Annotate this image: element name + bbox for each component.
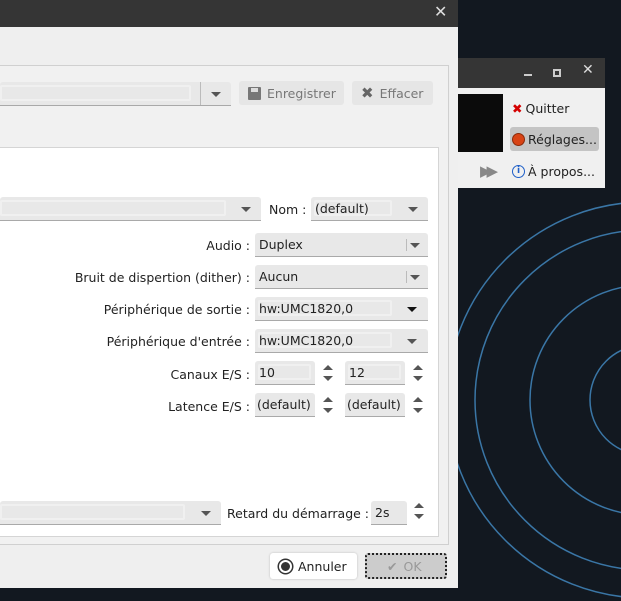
clear-icon: ✖ (361, 84, 374, 102)
input-device-label: Périphérique d'entrée : (106, 334, 250, 349)
channels-label: Canaux E/S : (170, 367, 251, 382)
background-ring (474, 230, 621, 570)
cancel-icon (279, 559, 292, 573)
close-icon[interactable]: ✕ (582, 62, 594, 78)
latency-out-stepper[interactable] (408, 393, 428, 417)
arrow-up-icon[interactable] (323, 397, 333, 402)
about-button[interactable]: iÀ propos... (510, 159, 599, 183)
level-meter-preview (458, 94, 503, 152)
audio-label: Audio : (206, 238, 250, 253)
preset-combo[interactable] (0, 82, 231, 106)
output-device-label: Périphérique de sortie : (103, 302, 250, 317)
input-device-combo[interactable]: hw:UMC1820,0 (255, 329, 428, 353)
save-button[interactable]: Enregistrer (239, 81, 344, 105)
info-icon: i (512, 164, 525, 178)
chevron-down-icon (211, 92, 221, 97)
dither-label: Bruit de dispertion (dither) : (74, 270, 250, 285)
latency-in-spinbox[interactable]: (default) (255, 393, 315, 417)
latency-label: Latence E/S : (168, 399, 250, 414)
chevron-down-icon (408, 207, 418, 212)
startup-combo[interactable] (0, 501, 221, 525)
arrow-up-icon[interactable] (414, 503, 424, 508)
arrow-down-icon[interactable] (413, 408, 423, 413)
checkmark-icon: ✔ (387, 558, 398, 574)
close-icon[interactable]: ✕ (434, 2, 447, 21)
channels-in-spinbox[interactable]: 10 (255, 361, 315, 385)
channels-out-stepper[interactable] (408, 361, 428, 385)
arrow-down-icon[interactable] (414, 514, 424, 519)
arrow-up-icon[interactable] (323, 365, 333, 370)
chevron-down-icon (410, 275, 420, 280)
chevron-down-icon (410, 243, 420, 248)
latency-out-spinbox[interactable]: (default) (345, 393, 405, 417)
startup-delay-spinbox[interactable]: 2s (371, 501, 407, 525)
ok-button[interactable]: ✔ OK (365, 553, 447, 579)
tray-window: ✕ ▶▶ ✖ Quitter Réglages... iÀ propos... (458, 58, 605, 188)
dialog-titlebar: ✕ (0, 0, 458, 27)
arrow-up-icon[interactable] (413, 365, 423, 370)
fast-forward-icon[interactable]: ▶▶ (480, 162, 498, 180)
minimize-icon[interactable] (524, 74, 532, 76)
chevron-down-icon (201, 511, 211, 516)
cancel-button[interactable]: Annuler (270, 553, 357, 579)
chevron-down-icon (241, 207, 251, 212)
startup-delay-stepper[interactable] (409, 499, 429, 523)
maximize-icon[interactable] (553, 69, 561, 77)
arrow-down-icon[interactable] (413, 376, 423, 381)
background-ring (446, 202, 621, 598)
tray-titlebar: ✕ (458, 58, 605, 88)
audio-combo[interactable]: Duplex (255, 233, 428, 257)
settings-button[interactable]: Réglages... (510, 127, 599, 151)
chevron-down-icon (407, 307, 417, 312)
floppy-disk-icon (248, 86, 261, 100)
driver-combo[interactable] (0, 197, 261, 221)
channels-out-spinbox[interactable]: 12 (345, 361, 405, 385)
quit-icon: ✖ (512, 100, 523, 116)
channels-in-stepper[interactable] (318, 361, 338, 385)
arrow-down-icon[interactable] (323, 376, 333, 381)
arrow-up-icon[interactable] (413, 397, 423, 402)
settings-icon (512, 132, 525, 146)
settings-dialog: ✕ Enregistrer ✖ Effacer Nom : (default) … (0, 0, 458, 588)
latency-in-stepper[interactable] (318, 393, 338, 417)
background-ring (589, 349, 621, 451)
chevron-down-icon (407, 339, 417, 344)
name-combo[interactable]: (default) (311, 197, 428, 221)
output-device-combo[interactable]: hw:UMC1820,0 (255, 297, 428, 321)
dither-combo[interactable]: Aucun (255, 265, 428, 289)
name-label: Nom : (269, 202, 307, 217)
clear-button[interactable]: ✖ Effacer (352, 81, 433, 105)
arrow-down-icon[interactable] (323, 408, 333, 413)
quit-button[interactable]: ✖ Quitter (510, 96, 580, 120)
background-ring (529, 286, 621, 514)
startup-delay-label: Retard du démarrage : (227, 506, 370, 521)
